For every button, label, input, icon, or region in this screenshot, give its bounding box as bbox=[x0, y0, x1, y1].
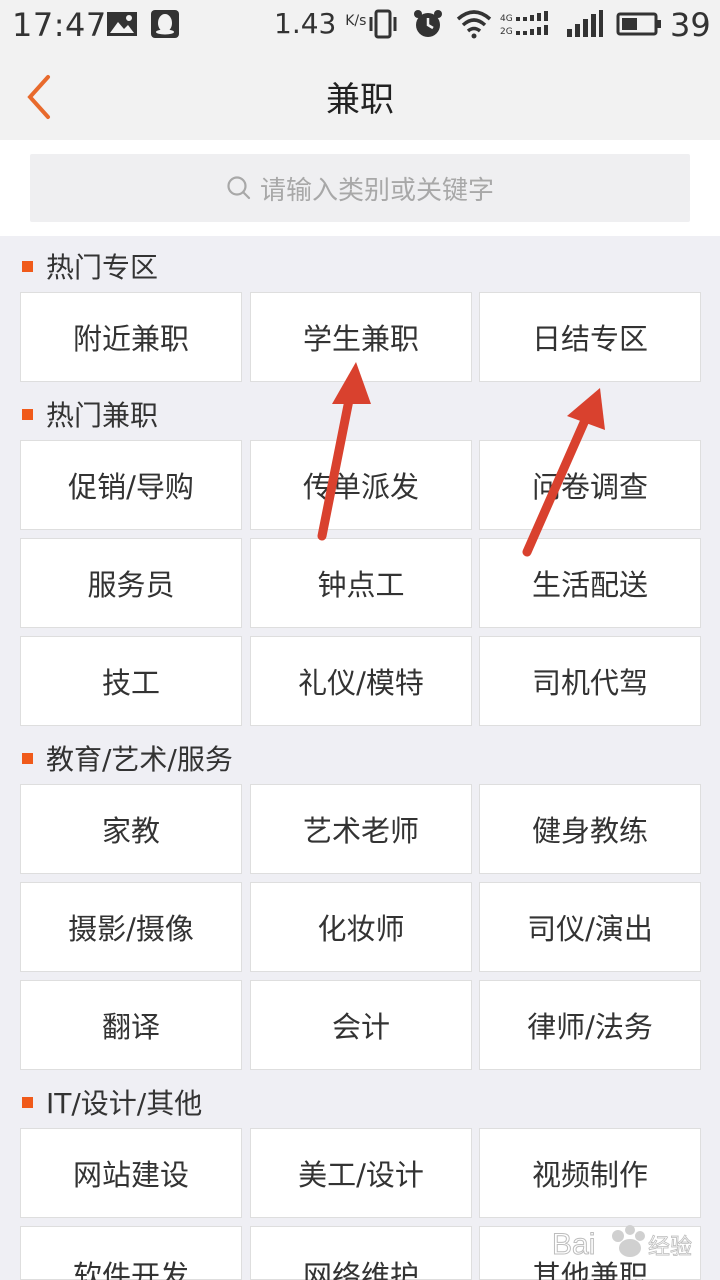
category-promotion[interactable]: 促销/导购 bbox=[20, 440, 242, 530]
section-title-hot-jobs: 热门兼职 bbox=[22, 394, 158, 434]
section-title-hot-zone: 热门专区 bbox=[22, 246, 158, 286]
svg-text:经验: 经验 bbox=[648, 1235, 692, 1260]
category-student[interactable]: 学生兼职 bbox=[250, 292, 472, 382]
page-title: 兼职 bbox=[326, 80, 394, 120]
alarm-icon bbox=[414, 10, 442, 37]
category-tutor[interactable]: 家教 bbox=[20, 784, 242, 874]
category-art-teacher[interactable]: 艺术老师 bbox=[250, 784, 472, 874]
section-marker bbox=[22, 752, 33, 764]
category-legal[interactable]: 律师/法务 bbox=[479, 980, 701, 1070]
search-icon bbox=[227, 176, 251, 200]
section-marker bbox=[22, 408, 33, 420]
battery-level: 39 bbox=[670, 6, 711, 44]
app-header: 兼职 bbox=[0, 50, 720, 140]
section-marker bbox=[22, 260, 33, 272]
section-marker bbox=[22, 1096, 33, 1108]
category-technician[interactable]: 技工 bbox=[20, 636, 242, 726]
category-art-design[interactable]: 美工/设计 bbox=[250, 1128, 472, 1218]
category-etiquette-model[interactable]: 礼仪/模特 bbox=[250, 636, 472, 726]
cellular-4g-icon: 4G 2G bbox=[500, 11, 548, 37]
image-icon bbox=[107, 12, 137, 36]
search-bar-container: 请输入类别或关键字 bbox=[0, 140, 720, 236]
category-photography[interactable]: 摄影/摄像 bbox=[20, 882, 242, 972]
signal-icon bbox=[567, 10, 603, 37]
category-makeup[interactable]: 化妆师 bbox=[250, 882, 472, 972]
category-survey[interactable]: 问卷调查 bbox=[479, 440, 701, 530]
category-website[interactable]: 网站建设 bbox=[20, 1128, 242, 1218]
baidu-jingyan-watermark: Bai 经验 bbox=[552, 1225, 692, 1262]
section-title-education: 教育/艺术/服务 bbox=[22, 738, 233, 778]
category-nearby[interactable]: 附近兼职 bbox=[20, 292, 242, 382]
qq-icon bbox=[151, 10, 179, 38]
category-flyers[interactable]: 传单派发 bbox=[250, 440, 472, 530]
category-delivery[interactable]: 生活配送 bbox=[479, 538, 701, 628]
category-waiter[interactable]: 服务员 bbox=[20, 538, 242, 628]
category-fitness-coach[interactable]: 健身教练 bbox=[479, 784, 701, 874]
status-bar: 17:47 1.43 K/s 4G 2G 39 bbox=[0, 0, 720, 50]
search-input[interactable]: 请输入类别或关键字 bbox=[30, 154, 690, 222]
category-daily-pay[interactable]: 日结专区 bbox=[479, 292, 701, 382]
wifi-icon bbox=[456, 10, 492, 39]
category-accounting[interactable]: 会计 bbox=[250, 980, 472, 1070]
network-speed: 1.43 K/s bbox=[274, 7, 367, 40]
category-driver[interactable]: 司机代驾 bbox=[479, 636, 701, 726]
category-mc-performance[interactable]: 司仪/演出 bbox=[479, 882, 701, 972]
category-video[interactable]: 视频制作 bbox=[479, 1128, 701, 1218]
search-placeholder: 请输入类别或关键字 bbox=[259, 175, 494, 206]
section-title-it-design: IT/设计/其他 bbox=[22, 1082, 202, 1122]
category-translation[interactable]: 翻译 bbox=[20, 980, 242, 1070]
battery-icon bbox=[616, 12, 661, 36]
svg-text:Bai: Bai bbox=[552, 1228, 595, 1261]
status-time: 17:47 bbox=[12, 6, 107, 44]
category-network[interactable]: 网络维护 bbox=[250, 1226, 472, 1280]
svg-text:4G: 4G bbox=[500, 14, 513, 24]
vibrate-icon bbox=[369, 9, 397, 39]
category-hourly[interactable]: 钟点工 bbox=[250, 538, 472, 628]
category-software[interactable]: 软件开发 bbox=[20, 1226, 242, 1280]
svg-text:2G: 2G bbox=[500, 27, 513, 37]
